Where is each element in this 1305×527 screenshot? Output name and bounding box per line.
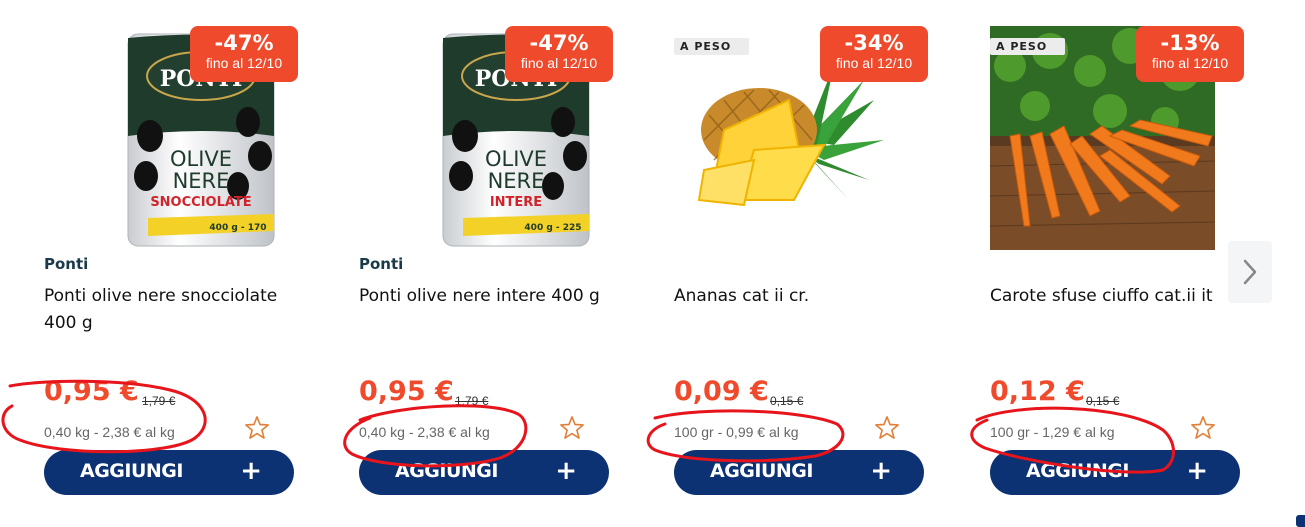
svg-text:SNOCCIOLATE: SNOCCIOLATE <box>150 195 251 210</box>
product-card[interactable]: 1787 PONTI OLIVE NERE SNOCCIOLATE 400 g … <box>44 0 316 527</box>
product-card[interactable]: 1787 PONTI OLIVE NERE INTERE 400 g - 225… <box>359 0 631 527</box>
discount-badge: -47% fino al 12/10 <box>505 26 613 82</box>
discount-until: fino al 12/10 <box>1151 55 1229 71</box>
discount-until: fino al 12/10 <box>520 55 598 71</box>
add-to-cart-button[interactable]: AGGIUNGI + <box>990 450 1240 495</box>
product-name[interactable]: Carote sfuse ciuffo cat.ii it <box>990 283 1250 310</box>
old-price: 0,15 € <box>770 394 804 408</box>
discount-percent: -47% <box>214 31 274 55</box>
product-brand: Ponti <box>359 255 404 273</box>
unit-price: 100 gr - 0,99 € al kg <box>674 424 799 440</box>
discount-percent: -13% <box>1160 31 1220 55</box>
product-name[interactable]: Ananas cat ii cr. <box>674 283 934 310</box>
unit-price: 100 gr - 1,29 € al kg <box>990 424 1115 440</box>
add-button-label: AGGIUNGI <box>80 460 183 482</box>
add-to-cart-button[interactable]: AGGIUNGI + <box>359 450 609 495</box>
star-outline-icon[interactable] <box>243 414 271 442</box>
svg-text:400 g - 225: 400 g - 225 <box>524 223 581 233</box>
weight-tag: A PESO <box>990 38 1066 55</box>
weight-tag: A PESO <box>674 38 750 55</box>
svg-text:NERE: NERE <box>488 169 545 193</box>
product-name[interactable]: Ponti olive nere snocciolate 400 g <box>44 283 304 337</box>
product-price: 0,12 € <box>990 376 1085 407</box>
pineapple-icon[interactable] <box>684 60 884 210</box>
discount-until: fino al 12/10 <box>835 55 913 71</box>
discount-percent: -34% <box>844 31 904 55</box>
add-button-label: AGGIUNGI <box>395 460 498 482</box>
unit-price: 0,40 kg - 2,38 € al kg <box>44 424 175 440</box>
old-price: 0,15 € <box>1086 394 1120 408</box>
plus-icon: + <box>870 456 892 486</box>
page-corner-widget[interactable] <box>1296 515 1305 527</box>
product-brand: Ponti <box>44 255 89 273</box>
svg-text:INTERE: INTERE <box>490 195 542 210</box>
svg-text:OLIVE: OLIVE <box>485 147 547 171</box>
star-outline-icon[interactable] <box>873 414 901 442</box>
product-price: 0,09 € <box>674 376 769 407</box>
product-card[interactable]: A PESO -13% fino al 12/10 Carote sfuse c… <box>990 0 1262 527</box>
old-price: 1,79 € <box>455 394 489 408</box>
product-card[interactable]: A PESO -34% fino al 12/10 Ananas cat ii … <box>674 0 946 527</box>
svg-text:400 g - 170: 400 g - 170 <box>209 223 266 233</box>
product-price: 0,95 € <box>359 376 454 407</box>
plus-icon: + <box>1186 456 1208 486</box>
add-to-cart-button[interactable]: AGGIUNGI + <box>44 450 294 495</box>
discount-badge: -34% fino al 12/10 <box>820 26 928 82</box>
discount-badge: -13% fino al 12/10 <box>1136 26 1244 82</box>
old-price: 1,79 € <box>142 394 176 408</box>
chevron-right-icon <box>1243 259 1257 285</box>
discount-percent: -47% <box>529 31 589 55</box>
discount-until: fino al 12/10 <box>205 55 283 71</box>
svg-text:OLIVE: OLIVE <box>170 147 232 171</box>
add-button-label: AGGIUNGI <box>1026 460 1129 482</box>
carousel-next-button[interactable] <box>1228 241 1272 303</box>
add-button-label: AGGIUNGI <box>710 460 813 482</box>
add-to-cart-button[interactable]: AGGIUNGI + <box>674 450 924 495</box>
plus-icon: + <box>555 456 577 486</box>
unit-price: 0,40 kg - 2,38 € al kg <box>359 424 490 440</box>
product-price: 0,95 € <box>44 376 139 407</box>
discount-badge: -47% fino al 12/10 <box>190 26 298 82</box>
svg-text:NERE: NERE <box>173 169 230 193</box>
product-name[interactable]: Ponti olive nere intere 400 g <box>359 283 619 310</box>
plus-icon: + <box>240 456 262 486</box>
star-outline-icon[interactable] <box>558 414 586 442</box>
star-outline-icon[interactable] <box>1189 414 1217 442</box>
